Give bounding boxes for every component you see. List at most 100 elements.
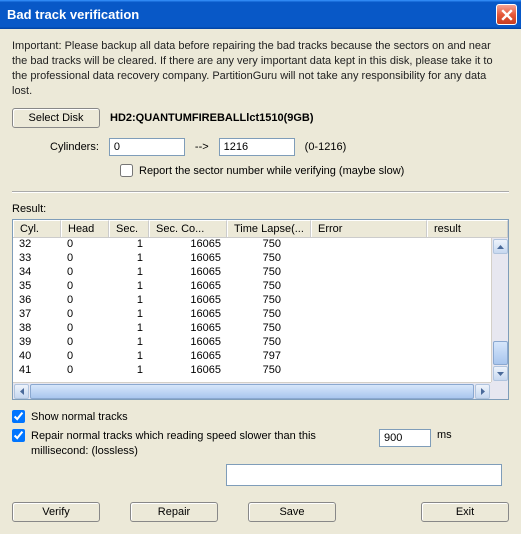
- cell-time: 750: [227, 364, 311, 378]
- cell-cyl: 35: [13, 280, 61, 294]
- col-time-lapse[interactable]: Time Lapse(...: [227, 220, 311, 237]
- col-error[interactable]: Error: [311, 220, 427, 237]
- vertical-scrollbar[interactable]: [491, 238, 508, 382]
- cell-secCo: 16065: [149, 294, 227, 308]
- cell-result: [427, 266, 491, 280]
- cell-secCo: 16065: [149, 350, 227, 364]
- cell-secCo: 16065: [149, 322, 227, 336]
- cell-sec: 1: [109, 294, 149, 308]
- cell-time: 750: [227, 238, 311, 252]
- table-row[interactable]: 400116065797: [13, 350, 491, 364]
- col-cyl[interactable]: Cyl.: [13, 220, 61, 237]
- close-button[interactable]: [496, 4, 517, 25]
- table-row[interactable]: 380116065750: [13, 322, 491, 336]
- cell-cyl: 34: [13, 266, 61, 280]
- cell-result: [427, 252, 491, 266]
- cell-result: [427, 336, 491, 350]
- title-text: Bad track verification: [7, 7, 496, 22]
- cell-head: 0: [61, 280, 109, 294]
- cell-sec: 1: [109, 322, 149, 336]
- cell-head: 0: [61, 294, 109, 308]
- show-normal-label: Show normal tracks: [31, 411, 128, 423]
- chevron-left-icon: [20, 388, 24, 395]
- repair-normal-label: Repair normal tracks which reading speed…: [31, 429, 373, 458]
- status-input[interactable]: [226, 464, 502, 486]
- scroll-down-button[interactable]: [493, 366, 508, 381]
- cell-secCo: 16065: [149, 308, 227, 322]
- cell-time: 750: [227, 280, 311, 294]
- cell-error: [311, 294, 427, 308]
- cell-head: 0: [61, 364, 109, 378]
- cylinders-label: Cylinders:: [50, 141, 99, 153]
- result-table: Cyl. Head Sec. Sec. Co... Time Lapse(...…: [12, 219, 509, 400]
- table-row[interactable]: 340116065750: [13, 266, 491, 280]
- cell-result: [427, 294, 491, 308]
- cell-error: [311, 238, 427, 252]
- cell-error: [311, 252, 427, 266]
- cell-secCo: 16065: [149, 266, 227, 280]
- save-button[interactable]: Save: [248, 502, 336, 522]
- scroll-right-button[interactable]: [475, 384, 490, 399]
- col-result[interactable]: result: [427, 220, 508, 237]
- table-row[interactable]: 370116065750: [13, 308, 491, 322]
- scroll-left-button[interactable]: [14, 384, 29, 399]
- cell-time: 750: [227, 308, 311, 322]
- cell-head: 0: [61, 322, 109, 336]
- exit-button[interactable]: Exit: [421, 502, 509, 522]
- cell-error: [311, 336, 427, 350]
- cell-sec: 1: [109, 252, 149, 266]
- table-row[interactable]: 390116065750: [13, 336, 491, 350]
- cell-secCo: 16065: [149, 280, 227, 294]
- verify-button[interactable]: Verify: [12, 502, 100, 522]
- ms-unit: ms: [437, 429, 452, 441]
- chevron-up-icon: [497, 245, 504, 249]
- scroll-up-button[interactable]: [493, 239, 508, 254]
- cell-head: 0: [61, 336, 109, 350]
- cell-result: [427, 238, 491, 252]
- select-disk-button[interactable]: Select Disk: [12, 108, 100, 128]
- cell-time: 797: [227, 350, 311, 364]
- col-sec[interactable]: Sec.: [109, 220, 149, 237]
- cell-cyl: 38: [13, 322, 61, 336]
- scrollbar-corner: [491, 382, 508, 399]
- show-normal-checkbox[interactable]: [12, 410, 25, 423]
- cell-sec: 1: [109, 308, 149, 322]
- cell-sec: 1: [109, 336, 149, 350]
- millisecond-input[interactable]: [379, 429, 431, 447]
- cell-time: 750: [227, 266, 311, 280]
- cell-error: [311, 364, 427, 378]
- table-row[interactable]: 350116065750: [13, 280, 491, 294]
- cell-head: 0: [61, 266, 109, 280]
- cell-result: [427, 280, 491, 294]
- table-row[interactable]: 360116065750: [13, 294, 491, 308]
- repair-button[interactable]: Repair: [130, 502, 218, 522]
- divider: [12, 191, 509, 193]
- hscroll-thumb[interactable]: [30, 384, 474, 399]
- report-sector-label: Report the sector number while verifying…: [139, 165, 404, 177]
- cylinder-to-input[interactable]: [219, 138, 295, 156]
- cell-result: [427, 322, 491, 336]
- cell-error: [311, 266, 427, 280]
- table-row[interactable]: 410116065750: [13, 364, 491, 378]
- col-head[interactable]: Head: [61, 220, 109, 237]
- cell-error: [311, 308, 427, 322]
- cell-result: [427, 350, 491, 364]
- cell-cyl: 32: [13, 238, 61, 252]
- horizontal-scrollbar[interactable]: [13, 382, 491, 399]
- report-sector-checkbox[interactable]: [120, 164, 133, 177]
- cell-sec: 1: [109, 238, 149, 252]
- table-row[interactable]: 320116065750: [13, 238, 491, 252]
- cylinder-from-input[interactable]: [109, 138, 185, 156]
- cell-sec: 1: [109, 350, 149, 364]
- close-icon: [501, 9, 513, 21]
- repair-normal-checkbox[interactable]: [12, 429, 25, 442]
- cell-head: 0: [61, 350, 109, 364]
- cell-sec: 1: [109, 364, 149, 378]
- cell-cyl: 37: [13, 308, 61, 322]
- table-row[interactable]: 330116065750: [13, 252, 491, 266]
- cell-secCo: 16065: [149, 364, 227, 378]
- scroll-thumb[interactable]: [493, 341, 508, 365]
- cell-cyl: 40: [13, 350, 61, 364]
- cell-secCo: 16065: [149, 336, 227, 350]
- col-sec-co[interactable]: Sec. Co...: [149, 220, 227, 237]
